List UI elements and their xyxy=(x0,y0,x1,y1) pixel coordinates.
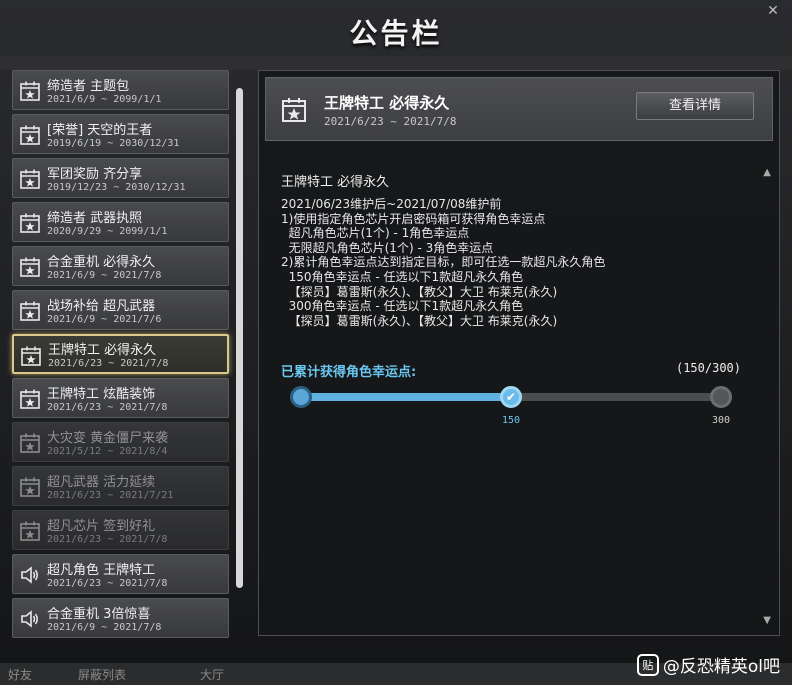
bottom-lobby-label: 大厅 xyxy=(200,668,225,682)
milestone-300-label: 300 xyxy=(712,415,731,426)
announcement-item[interactable]: 军团奖励 齐分享 2019/12/23 ~ 2030/12/31 xyxy=(12,158,229,198)
speaker-icon xyxy=(21,610,38,628)
progress-fill xyxy=(301,393,511,401)
announcement-item-date: 2019/12/23 ~ 2030/12/31 xyxy=(47,182,186,193)
announcement-item-date: 2021/5/12 ~ 2021/8/4 xyxy=(47,446,168,457)
list-scrollbar[interactable] xyxy=(236,88,243,588)
body-title: 王牌特工 必得永久 xyxy=(281,175,390,190)
announcement-item-title: 军团奖励 齐分享 xyxy=(47,167,143,182)
calendar-star-icon xyxy=(20,81,40,101)
announcement-item-date: 2021/6/23 ~ 2021/7/21 xyxy=(47,490,174,501)
announcement-item-title: 超凡角色 王牌特工 xyxy=(47,563,156,578)
announcement-item-title: 合金重机 必得永久 xyxy=(47,255,156,270)
announcement-item[interactable]: 超凡角色 王牌特工 2021/6/23 ~ 2021/7/8 xyxy=(12,554,229,594)
bottom-block-label: 屏蔽列表 xyxy=(78,668,127,682)
calendar-star-icon xyxy=(20,477,40,497)
calendar-star-icon xyxy=(20,257,40,277)
calendar-star-icon xyxy=(21,346,41,366)
progress-start-node xyxy=(290,386,312,408)
calendar-star-icon xyxy=(20,169,40,189)
close-button[interactable]: ✕ xyxy=(762,2,784,20)
announcement-item[interactable]: 超凡芯片 签到好礼 2021/6/23 ~ 2021/7/8 xyxy=(12,510,229,550)
milestone-150-label: 150 xyxy=(502,415,521,426)
announcement-item-date: 2021/6/23 ~ 2021/7/8 xyxy=(47,402,168,413)
announcement-item[interactable]: 战场补给 超凡武器 2021/6/9 ~ 2021/7/6 xyxy=(12,290,229,330)
announcement-item-date: 2020/9/29 ~ 2099/1/1 xyxy=(47,226,168,237)
announcement-item-title: 战场补给 超凡武器 xyxy=(47,299,156,314)
progress-track: ✔ xyxy=(290,386,732,408)
announcement-item-date: 2021/6/9 ~ 2021/7/6 xyxy=(47,314,162,325)
announcement-item-title: 大灾变 黄金僵尸来袭 xyxy=(47,431,169,446)
announcement-item-date: 2021/6/9 ~ 2099/1/1 xyxy=(47,94,162,105)
detail-date: 2021/6/23 ~ 2021/7/8 xyxy=(324,115,457,128)
announcement-item[interactable]: 缔造者 主题包 2021/6/9 ~ 2099/1/1 xyxy=(12,70,229,110)
scroll-down-arrow-icon[interactable]: ▼ xyxy=(763,615,771,626)
milestone-300-node xyxy=(710,386,732,408)
detail-title: 王牌特工 必得永久 xyxy=(324,94,450,112)
window-title: 公告栏 xyxy=(349,17,443,50)
announcement-item-date: 2021/6/9 ~ 2021/7/8 xyxy=(47,622,162,633)
announcement-list: 缔造者 主题包 2021/6/9 ~ 2099/1/1 [荣誉] 天空的王者 2019… xyxy=(12,70,229,642)
body-text: 2021/06/23维护后~2021/07/08维护前 1)使用指定角色芯片开启… xyxy=(281,197,606,328)
background-menu-strip xyxy=(0,56,792,70)
announcement-item[interactable]: [荣誉] 天空的王者 2019/6/19 ~ 2030/12/31 xyxy=(12,114,229,154)
announcement-item[interactable]: 缔造者 武器执照 2020/9/29 ~ 2099/1/1 xyxy=(12,202,229,242)
announcement-item[interactable]: 合金重机 必得永久 2021/6/9 ~ 2021/7/8 xyxy=(12,246,229,286)
calendar-star-icon xyxy=(20,389,40,409)
scroll-up-arrow-icon[interactable]: ▲ xyxy=(763,167,771,178)
bottom-friends-label: 好友 xyxy=(8,668,33,682)
calendar-star-icon xyxy=(20,125,40,145)
announcement-item-date: 2021/6/9 ~ 2021/7/8 xyxy=(47,270,162,281)
announcement-item[interactable]: 大灾变 黄金僵尸来袭 2021/5/12 ~ 2021/8/4 xyxy=(12,422,229,462)
announcement-item[interactable]: 王牌特工 必得永久 2021/6/23 ~ 2021/7/8 xyxy=(12,334,229,374)
watermark-text: @反恐精英ol吧 xyxy=(662,657,780,677)
milestone-150-check-icon: ✔ xyxy=(500,386,522,408)
speaker-icon xyxy=(21,566,38,584)
tieba-logo-icon: 贴 xyxy=(636,653,659,676)
announcement-item[interactable]: 超凡武器 活力延续 2021/6/23 ~ 2021/7/21 xyxy=(12,466,229,506)
progress-label: 已累计获得角色幸运点: xyxy=(281,365,417,380)
announcement-detail-panel: 王牌特工 必得永久 2021/6/23 ~ 2021/7/8 查看详情 ▲ 王牌… xyxy=(258,70,780,636)
calendar-star-icon xyxy=(20,301,40,321)
view-details-button[interactable]: 查看详情 xyxy=(636,92,754,120)
calendar-star-icon xyxy=(20,433,40,453)
announcement-item-title: 超凡武器 活力延续 xyxy=(47,475,156,490)
announcement-item-title: 超凡芯片 签到好礼 xyxy=(47,519,156,534)
progress-count: (150/300) xyxy=(675,361,741,375)
announcement-item-date: 2019/6/19 ~ 2030/12/31 xyxy=(47,138,180,149)
announcement-item[interactable]: 王牌特工 炫酷装饰 2021/6/23 ~ 2021/7/8 xyxy=(12,378,229,418)
announcement-item-date: 2021/6/23 ~ 2021/7/8 xyxy=(47,534,168,545)
watermark: 贴 @反恐精英ol吧 xyxy=(636,652,780,677)
announcement-item-title: 缔造者 主题包 xyxy=(47,79,130,94)
announcement-item-title: 合金重机 3倍惊喜 xyxy=(47,607,151,622)
calendar-star-icon xyxy=(20,213,40,233)
announcement-item-title: [荣誉] 天空的王者 xyxy=(47,123,153,138)
calendar-star-icon xyxy=(20,521,40,541)
announcement-item-title: 缔造者 武器执照 xyxy=(47,211,143,226)
announcement-item-title: 王牌特工 炫酷装饰 xyxy=(47,387,156,402)
announcement-item-date: 2021/6/23 ~ 2021/7/8 xyxy=(48,358,169,369)
announcement-item-title: 王牌特工 必得永久 xyxy=(48,343,157,358)
detail-header: 王牌特工 必得永久 2021/6/23 ~ 2021/7/8 查看详情 xyxy=(265,77,773,141)
announcement-item-date: 2021/6/23 ~ 2021/7/8 xyxy=(47,578,168,589)
calendar-star-icon xyxy=(282,98,306,122)
announcement-item[interactable]: 合金重机 3倍惊喜 2021/6/9 ~ 2021/7/8 xyxy=(12,598,229,638)
